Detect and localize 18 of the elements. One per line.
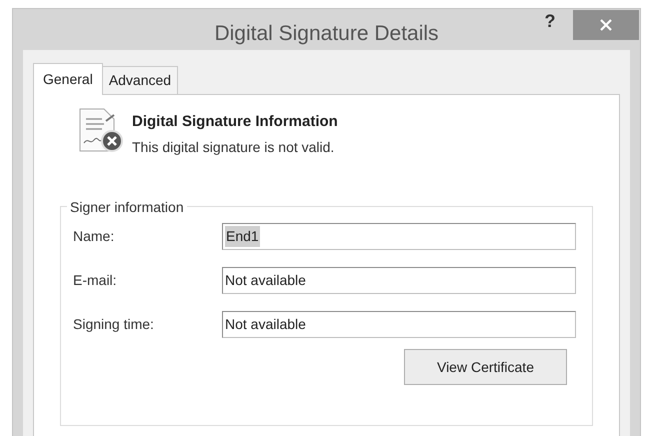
tab[interactable]: General [33, 62, 103, 94]
close-icon [599, 18, 613, 32]
close-button[interactable] [573, 10, 639, 40]
text-field[interactable]: End1 [222, 223, 576, 250]
field-value: End1 [225, 226, 260, 247]
tab[interactable]: Advanced [102, 66, 178, 94]
status-heading: Digital Signature Information [132, 112, 338, 132]
field-label: E-mail: [73, 271, 118, 290]
help-button[interactable]: ? [527, 5, 573, 37]
field-value: Not available [225, 271, 306, 290]
text-field[interactable]: Not available [222, 267, 576, 294]
field-label: Name: [73, 227, 116, 246]
field-value: Not available [225, 315, 306, 334]
window-title: Digital Signature Details [214, 21, 439, 47]
text-field[interactable]: Not available [222, 311, 576, 338]
status-message: This digital signature is not valid. [132, 138, 336, 157]
view-certificate-button[interactable]: View Certificate [404, 349, 567, 385]
field-label: Signing time: [73, 315, 155, 334]
